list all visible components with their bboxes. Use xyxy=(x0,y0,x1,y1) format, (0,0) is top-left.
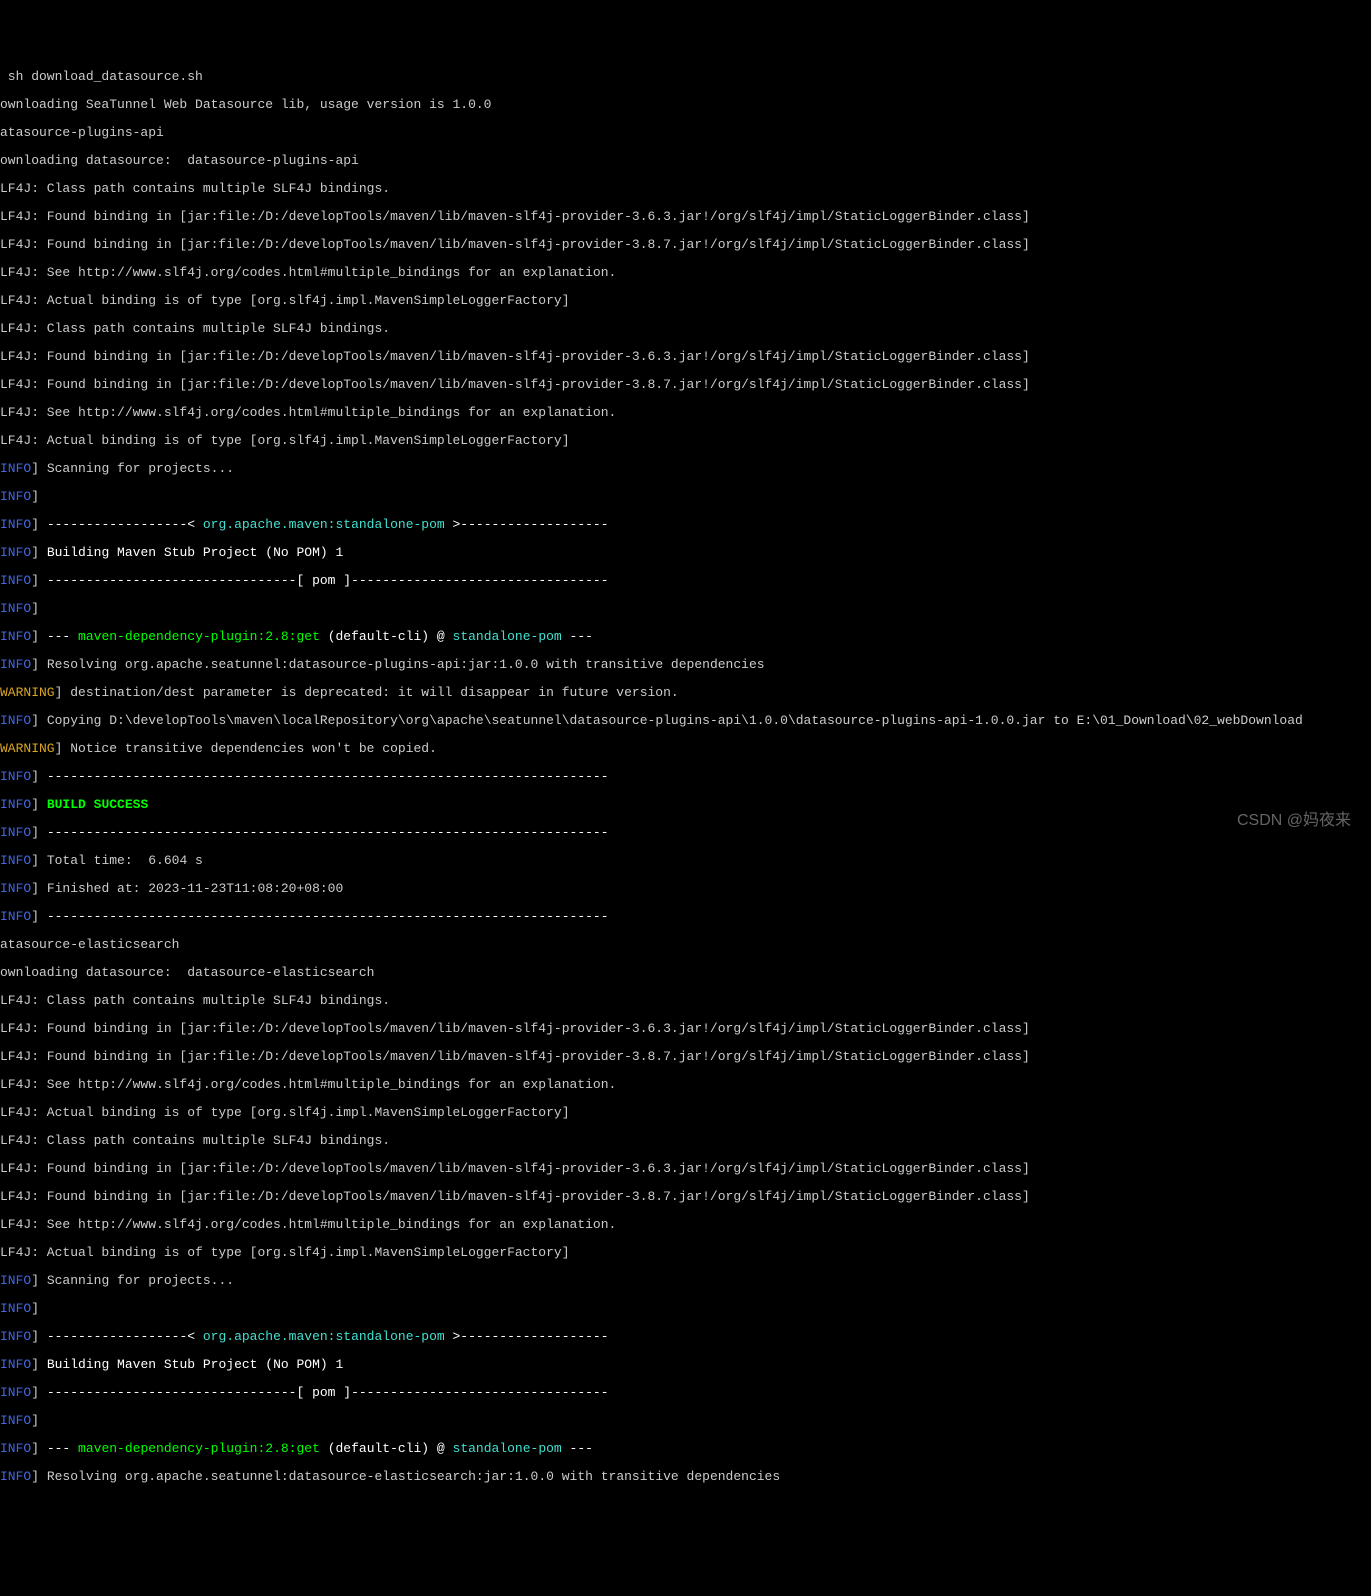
info-line: INFO] ----------------------------------… xyxy=(0,826,1371,840)
log-line: LF4J: Actual binding is of type [org.slf… xyxy=(0,1106,1371,1120)
info-line: INFO] Scanning for projects... xyxy=(0,462,1371,476)
log-line: LF4J: Found binding in [jar:file:/D:/dev… xyxy=(0,378,1371,392)
info-line: INFO] xyxy=(0,1302,1371,1316)
info-line: INFO] --------------------------------[ … xyxy=(0,1386,1371,1400)
log-line: ownloading datasource: datasource-elasti… xyxy=(0,966,1371,980)
log-line: LF4J: See http://www.slf4j.org/codes.htm… xyxy=(0,266,1371,280)
log-line: LF4J: Actual binding is of type [org.slf… xyxy=(0,294,1371,308)
log-line: LF4J: Class path contains multiple SLF4J… xyxy=(0,994,1371,1008)
log-line: LF4J: Found binding in [jar:file:/D:/dev… xyxy=(0,210,1371,224)
log-line: LF4J: Found binding in [jar:file:/D:/dev… xyxy=(0,238,1371,252)
log-line: LF4J: Actual binding is of type [org.slf… xyxy=(0,434,1371,448)
log-line: atasource-plugins-api xyxy=(0,126,1371,140)
log-line: LF4J: See http://www.slf4j.org/codes.htm… xyxy=(0,406,1371,420)
log-line: LF4J: See http://www.slf4j.org/codes.htm… xyxy=(0,1078,1371,1092)
terminal-output[interactable]: sh download_datasource.sh ownloading Sea… xyxy=(0,56,1371,1498)
info-line: INFO] Finished at: 2023-11-23T11:08:20+0… xyxy=(0,882,1371,896)
log-line: LF4J: Found binding in [jar:file:/D:/dev… xyxy=(0,1162,1371,1176)
warning-line: WARNING] Notice transitive dependencies … xyxy=(0,742,1371,756)
info-line: INFO] xyxy=(0,490,1371,504)
info-line: INFO] Resolving org.apache.seatunnel:dat… xyxy=(0,1470,1371,1484)
info-line: INFO] xyxy=(0,1414,1371,1428)
log-line: LF4J: Found binding in [jar:file:/D:/dev… xyxy=(0,1190,1371,1204)
log-line: LF4J: See http://www.slf4j.org/codes.htm… xyxy=(0,1218,1371,1232)
log-line: ownloading datasource: datasource-plugin… xyxy=(0,154,1371,168)
info-line: INFO] Building Maven Stub Project (No PO… xyxy=(0,1358,1371,1372)
log-line: LF4J: Class path contains multiple SLF4J… xyxy=(0,182,1371,196)
log-line: atasource-elasticsearch xyxy=(0,938,1371,952)
watermark: CSDN @妈夜来 xyxy=(1237,814,1351,828)
info-line: INFO] xyxy=(0,602,1371,616)
info-line: INFO] ------------------< org.apache.mav… xyxy=(0,518,1371,532)
info-line: INFO] Building Maven Stub Project (No PO… xyxy=(0,546,1371,560)
info-line: INFO] --------------------------------[ … xyxy=(0,574,1371,588)
log-line: ownloading SeaTunnel Web Datasource lib,… xyxy=(0,98,1371,112)
warning-line: WARNING] destination/dest parameter is d… xyxy=(0,686,1371,700)
info-line: INFO] Total time: 6.604 s xyxy=(0,854,1371,868)
build-success-line: INFO] BUILD SUCCESS xyxy=(0,798,1371,812)
info-line: INFO] Scanning for projects... xyxy=(0,1274,1371,1288)
info-line: INFO] --- maven-dependency-plugin:2.8:ge… xyxy=(0,1442,1371,1456)
log-line: LF4J: Found binding in [jar:file:/D:/dev… xyxy=(0,350,1371,364)
command-line: sh download_datasource.sh xyxy=(0,70,1371,84)
info-line: INFO] --- maven-dependency-plugin:2.8:ge… xyxy=(0,630,1371,644)
info-line: INFO] ----------------------------------… xyxy=(0,770,1371,784)
log-line: LF4J: Class path contains multiple SLF4J… xyxy=(0,1134,1371,1148)
info-line: INFO] ------------------< org.apache.mav… xyxy=(0,1330,1371,1344)
info-line: INFO] ----------------------------------… xyxy=(0,910,1371,924)
log-line: LF4J: Actual binding is of type [org.slf… xyxy=(0,1246,1371,1260)
log-line: LF4J: Found binding in [jar:file:/D:/dev… xyxy=(0,1022,1371,1036)
info-line: INFO] Copying D:\developTools\maven\loca… xyxy=(0,714,1371,728)
log-line: LF4J: Found binding in [jar:file:/D:/dev… xyxy=(0,1050,1371,1064)
log-line: LF4J: Class path contains multiple SLF4J… xyxy=(0,322,1371,336)
info-line: INFO] Resolving org.apache.seatunnel:dat… xyxy=(0,658,1371,672)
